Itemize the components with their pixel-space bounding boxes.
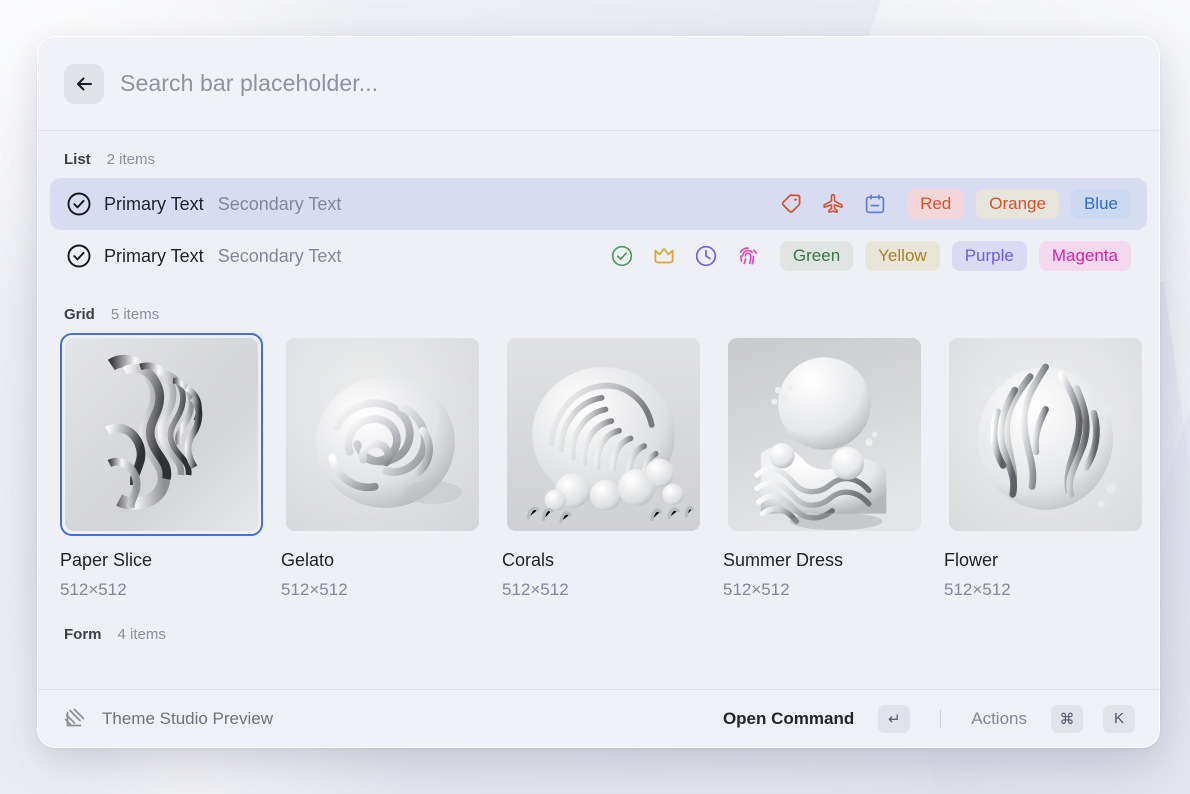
tag-pill[interactable]: Red [907, 189, 964, 219]
grid-item-title: Summer Dress [723, 550, 926, 571]
grid-thumbnail-frame [60, 333, 263, 536]
crown-icon[interactable] [652, 244, 676, 268]
tag-icon[interactable] [779, 192, 803, 216]
enter-key-badge[interactable]: ↵ [878, 705, 910, 733]
grid-thumbnail [949, 338, 1142, 531]
grid-thumbnail-frame [281, 333, 484, 536]
theme-studio-window: List 2 items Primary Text Secondary Text [37, 36, 1160, 748]
list-container: Primary Text Secondary Text [38, 178, 1159, 282]
grid-thumbnail-frame [944, 333, 1147, 536]
row-tag-group: Red Orange Blue [907, 189, 1131, 219]
list-row[interactable]: Primary Text Secondary Text [50, 230, 1147, 282]
grid-item-subtitle: 512×512 [502, 580, 705, 600]
list-row[interactable]: Primary Text Secondary Text [50, 178, 1147, 230]
actions-button[interactable]: Actions [971, 709, 1027, 729]
grid-item[interactable]: Gelato 512×512 [281, 333, 484, 600]
paper-slice-art [65, 338, 258, 531]
tag-pill[interactable]: Orange [976, 189, 1059, 219]
grid-container: Paper Slice 512×512 [38, 333, 1159, 600]
k-key-badge[interactable]: K [1103, 705, 1135, 733]
row-secondary-text: Secondary Text [218, 246, 342, 267]
fingerprint-icon[interactable] [736, 244, 760, 268]
grid-item[interactable]: Paper Slice 512×512 [60, 333, 263, 600]
arrow-left-icon [73, 73, 95, 95]
row-tag-group: Green Yellow Purple Magenta [780, 241, 1131, 271]
airplane-icon[interactable] [821, 192, 845, 216]
section-count: 5 items [111, 306, 159, 323]
corals-art [507, 338, 700, 531]
grid-item-subtitle: 512×512 [60, 580, 263, 600]
gelato-art [286, 338, 479, 531]
grid-thumbnail [728, 338, 921, 531]
flower-art [949, 338, 1142, 531]
grid-thumbnail [507, 338, 700, 531]
command-key-badge[interactable]: ⌘ [1051, 705, 1083, 733]
section-title: Grid [64, 306, 95, 323]
section-count: 2 items [107, 151, 155, 168]
search-input[interactable] [120, 70, 1133, 97]
row-primary-text: Primary Text [104, 194, 204, 215]
grid-item[interactable]: Flower 512×512 [944, 333, 1147, 600]
grid-item-subtitle: 512×512 [723, 580, 926, 600]
grid-item-subtitle: 512×512 [944, 580, 1147, 600]
grid-thumbnail [286, 338, 479, 531]
grid-item[interactable]: Summer Dress 512×512 [723, 333, 926, 600]
open-command-button[interactable]: Open Command [723, 709, 854, 729]
back-button[interactable] [64, 64, 104, 104]
section-header-list: List 2 items [38, 131, 1159, 178]
summer-dress-art [728, 338, 921, 531]
content-area: List 2 items Primary Text Secondary Text [38, 131, 1159, 689]
section-header-form: Form 4 items [38, 600, 1159, 653]
row-primary-text: Primary Text [104, 246, 204, 267]
section-title: List [64, 151, 91, 168]
section-title: Form [64, 626, 102, 643]
footer-divider [940, 710, 941, 728]
grid-item-title: Paper Slice [60, 550, 263, 571]
grid-item[interactable]: Corals 512×512 [502, 333, 705, 600]
grid-thumbnail [65, 338, 258, 531]
footer-bar: Theme Studio Preview Open Command ↵ Acti… [38, 689, 1159, 747]
section-count: 4 items [118, 626, 166, 643]
tag-pill[interactable]: Purple [952, 241, 1027, 271]
check-circle-icon[interactable] [66, 243, 92, 269]
clock-icon[interactable] [694, 244, 718, 268]
tag-pill[interactable]: Yellow [865, 241, 940, 271]
grid-item-title: Flower [944, 550, 1147, 571]
row-icon-group [610, 244, 760, 268]
section-header-grid: Grid 5 items [38, 282, 1159, 333]
tag-pill[interactable]: Magenta [1039, 241, 1131, 271]
grid-thumbnail-frame [502, 333, 705, 536]
grid-thumbnail-frame [723, 333, 926, 536]
row-secondary-text: Secondary Text [218, 194, 342, 215]
row-icon-group [779, 192, 887, 216]
check-circle-icon[interactable] [66, 191, 92, 217]
grid-item-title: Gelato [281, 550, 484, 571]
footer-brand-label: Theme Studio Preview [102, 709, 273, 729]
tag-pill[interactable]: Green [780, 241, 853, 271]
tag-pill[interactable]: Blue [1071, 189, 1131, 219]
grid-item-title: Corals [502, 550, 705, 571]
grid-item-subtitle: 512×512 [281, 580, 484, 600]
theme-studio-logo-icon [62, 706, 88, 732]
check-circle-outline-icon[interactable] [610, 244, 634, 268]
search-bar [38, 37, 1159, 131]
calendar-icon[interactable] [863, 192, 887, 216]
